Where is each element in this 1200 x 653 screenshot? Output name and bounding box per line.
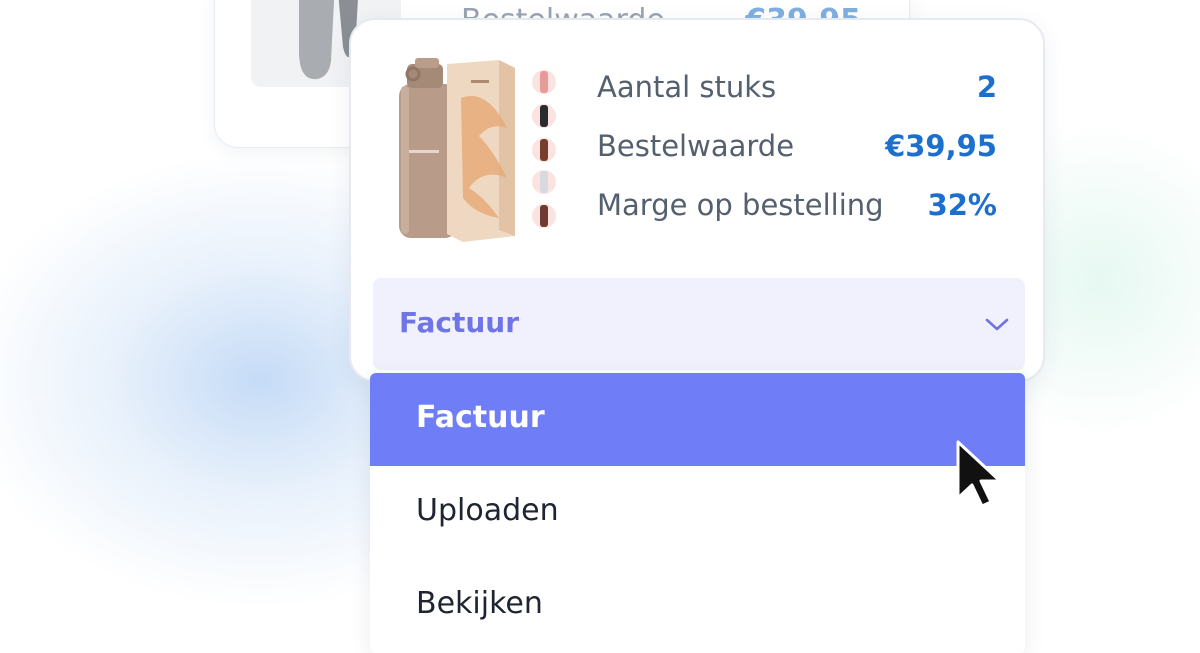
product-image [399,58,515,242]
dropdown-option-label: Uploaden [416,493,559,528]
stat-value: 32% [927,188,997,222]
stat-label: Marge op bestelling [597,188,884,222]
document-select-value: Factuur [399,306,520,339]
stat-row-quantity: Aantal stuks 2 [597,70,997,129]
document-select-dropdown: Factuur Uploaden Bekijken [370,373,1025,653]
dropdown-option-uploaden[interactable]: Uploaden [370,466,1025,559]
order-stats: Aantal stuks 2 Bestelwaarde €39,95 Marge… [597,70,997,247]
stat-value: €39,95 [885,129,997,163]
dropdown-option-label: Bekijken [416,586,543,621]
stat-label: Bestelwaarde [597,129,795,163]
document-select[interactable]: Factuur [373,278,1025,370]
order-summary-card: Aantal stuks 2 Bestelwaarde €39,95 Marge… [349,18,1045,382]
stat-row-margin: Marge op bestelling 32% [597,188,997,247]
stat-value: 2 [976,70,997,104]
mouse-pointer-icon [956,440,1002,508]
dropdown-option-bekijken[interactable]: Bekijken [370,559,1025,652]
stat-row-order-value: Bestelwaarde €39,95 [597,129,997,188]
dropdown-option-label: Factuur [416,400,545,435]
color-swatches [532,70,556,228]
stat-label: Aantal stuks [597,70,777,104]
dropdown-option-factuur[interactable]: Factuur [370,373,1025,466]
chevron-down-icon [985,318,1009,331]
